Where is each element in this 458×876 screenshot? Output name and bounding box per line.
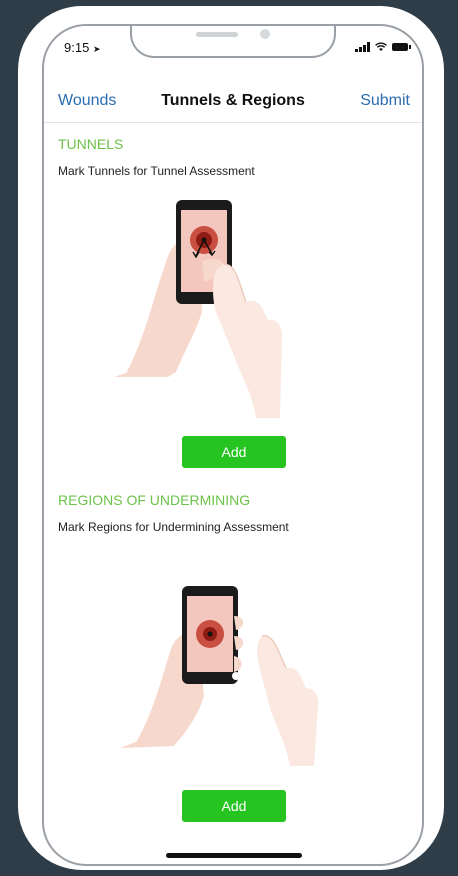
signal-icon — [355, 42, 370, 52]
status-icons — [355, 42, 411, 52]
hand-marking-regions-illustration — [120, 586, 319, 766]
phone-screen: 9:15 ➤ Wounds Tunnels & Regions Submit T… — [42, 24, 424, 866]
regions-section-title: REGIONS OF UNDERMINING — [58, 492, 251, 508]
speaker-grill — [196, 32, 238, 37]
battery-icon — [392, 43, 411, 51]
notch — [130, 26, 336, 58]
hand-marking-tunnels-illustration — [114, 200, 282, 418]
location-arrow-icon: ➤ — [92, 44, 101, 54]
submit-button[interactable]: Submit — [360, 92, 410, 110]
add-regions-button[interactable]: Add — [182, 790, 286, 822]
status-time: 9:15 ➤ — [64, 40, 100, 55]
add-tunnels-button[interactable]: Add — [182, 436, 286, 468]
tunnels-section-description: Mark Tunnels for Tunnel Assessment — [58, 164, 255, 178]
phone-frame: 9:15 ➤ Wounds Tunnels & Regions Submit T… — [18, 6, 444, 870]
wifi-icon — [375, 42, 387, 51]
status-time-text: 9:15 — [64, 40, 90, 55]
navigation-bar: Wounds Tunnels & Regions Submit — [44, 82, 422, 123]
regions-section-description: Mark Regions for Undermining Assessment — [58, 520, 289, 534]
front-camera — [260, 29, 270, 39]
tunnels-section-title: TUNNELS — [58, 136, 124, 152]
home-indicator[interactable] — [166, 853, 302, 858]
